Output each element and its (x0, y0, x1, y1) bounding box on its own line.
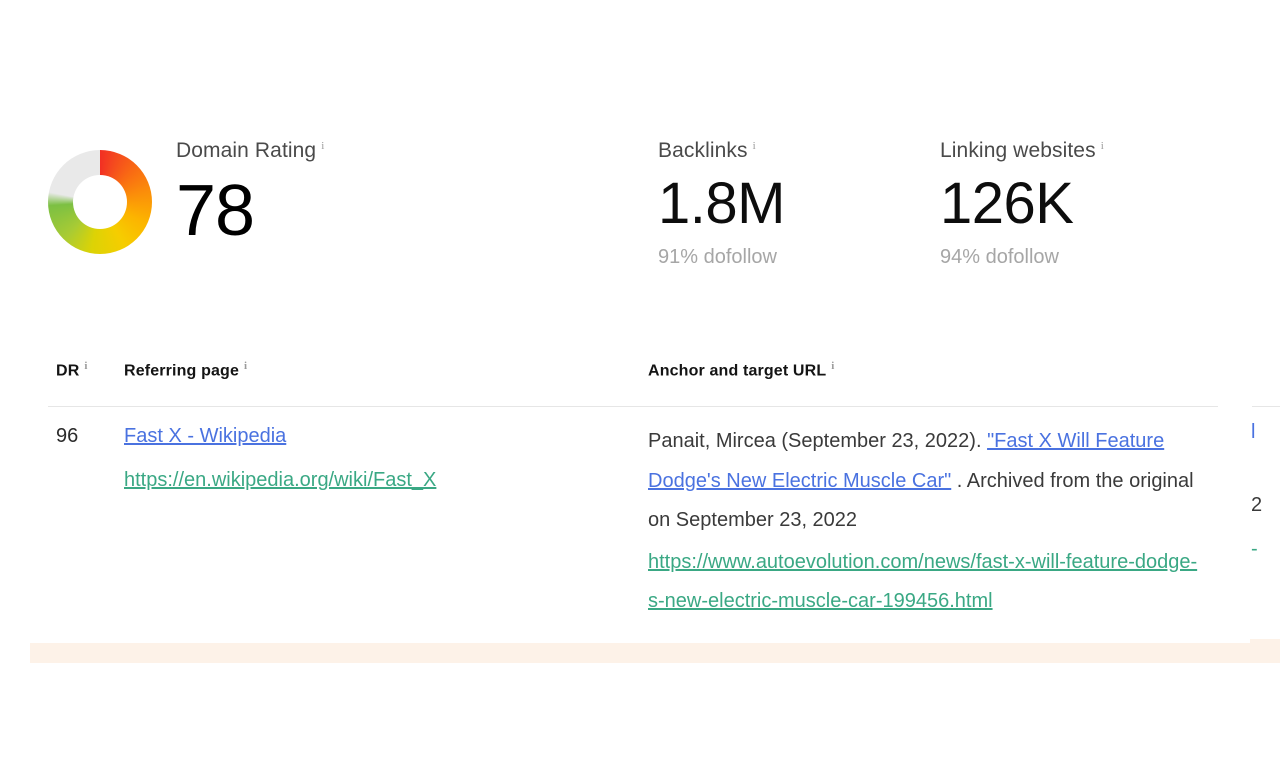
backlinks-label-text: Backlinks (658, 139, 748, 162)
info-icon[interactable]: i (321, 140, 324, 152)
clipped-link-fragment[interactable]: l (1251, 418, 1255, 446)
info-icon[interactable]: i (753, 140, 756, 152)
header-divider (48, 406, 1218, 407)
target-url-link[interactable]: https://www.autoevolution.com/news/fast-… (648, 543, 1200, 621)
cell-dr: 96 (56, 425, 79, 447)
anchor-text: Panait, Mircea (September 23, 2022). "Fa… (648, 422, 1200, 541)
domain-rating-text: Domain Rating i 78 (176, 132, 324, 247)
linking-websites-label: Linking websites i (940, 140, 1104, 161)
backlinks-label: Backlinks i (658, 140, 785, 161)
domain-rating-card: Domain Rating i 78 (48, 132, 324, 254)
backlinks-table: DR i Referring page i Anchor and target UR… (0, 360, 1280, 612)
column-header-anchor-target-url[interactable]: Anchor and target URL i (648, 360, 835, 380)
backlinks-card: Backlinks i 1.8M 91% dofollow (658, 140, 785, 269)
clipped-dash-fragment: - (1251, 538, 1258, 560)
bottom-highlight-band (30, 643, 1250, 663)
metrics-summary: Domain Rating i 78 Backlinks i 1.8M 91% do… (0, 122, 1280, 307)
linking-websites-card: Linking websites i 126K 94% dofollow (940, 140, 1104, 269)
cell-anchor-target-url: Panait, Mircea (September 23, 2022). "Fa… (648, 422, 1200, 620)
linking-websites-dofollow: 94% dofollow (940, 245, 1059, 268)
cell-referring-page: Fast X - Wikipedia https://en.wikipedia.… (124, 422, 629, 495)
column-header-dr-label: DR (56, 362, 80, 380)
column-header-anchor-target-url-label: Anchor and target URL (648, 362, 827, 380)
linking-websites-value: 126K (940, 171, 1074, 236)
anchor-prefix: Panait, Mircea (September 23, 2022). (648, 430, 988, 452)
info-icon[interactable]: i (244, 360, 247, 372)
gauge-hole (73, 175, 127, 229)
column-header-referring-page[interactable]: Referring page i (124, 360, 247, 380)
referring-page-link[interactable]: Fast X - Wikipedia (124, 422, 629, 450)
clipped-divider (1252, 406, 1280, 407)
domain-rating-label: Domain Rating i (176, 140, 324, 161)
column-header-dr[interactable]: DR i (56, 360, 88, 380)
table-header-row: DR i Referring page i Anchor and target UR… (0, 360, 1280, 396)
domain-rating-label-text: Domain Rating (176, 139, 317, 162)
clipped-number-fragment: 2 (1251, 494, 1263, 516)
referring-page-url[interactable]: https://en.wikipedia.org/wiki/Fast_X (124, 466, 629, 494)
bottom-highlight-band-tail (1250, 639, 1280, 663)
domain-rating-value: 78 (176, 171, 255, 251)
column-header-referring-page-label: Referring page (124, 362, 240, 380)
backlinks-dofollow: 91% dofollow (658, 245, 777, 268)
info-icon[interactable]: i (1101, 140, 1104, 152)
domain-rating-gauge (48, 150, 152, 254)
backlinks-value: 1.8M (658, 171, 785, 236)
linking-websites-label-text: Linking websites (940, 139, 1096, 162)
info-icon[interactable]: i (84, 360, 87, 372)
info-icon[interactable]: i (831, 360, 834, 372)
